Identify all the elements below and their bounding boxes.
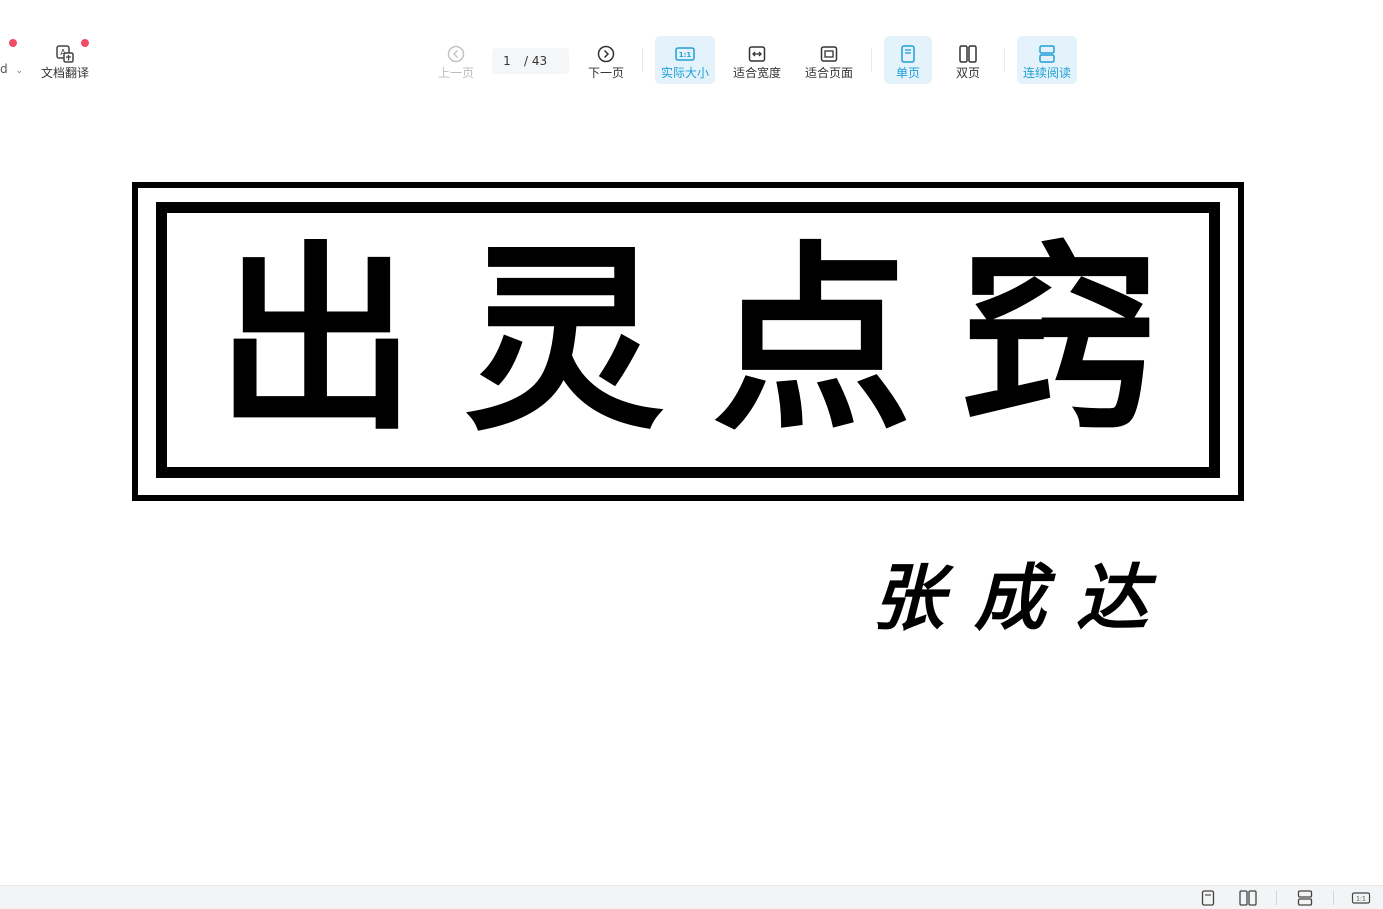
title-char: 出 (215, 222, 416, 458)
actual-size-button[interactable]: 1:1 实际大小 (655, 36, 715, 84)
author-char: 张 (872, 555, 945, 640)
title-char: 灵 (463, 222, 664, 458)
status-continuous-button[interactable] (1295, 890, 1315, 906)
toolbar-divider (642, 48, 643, 72)
status-bar: 1:1 (0, 885, 1383, 909)
fit-width-label: 适合宽度 (732, 66, 781, 80)
current-page-input[interactable] (492, 54, 522, 68)
single-page-button[interactable]: 单页 (884, 36, 932, 84)
continuous-read-label: 连续阅读 (1022, 66, 1071, 80)
double-page-button[interactable]: 双页 (945, 36, 991, 84)
notification-dot (9, 39, 17, 47)
next-page-button[interactable]: 下一页 (584, 36, 628, 84)
toolbar-divider (1004, 48, 1005, 72)
single-page-icon (1201, 890, 1215, 906)
actual-size-icon-text: 1:1 (679, 51, 692, 59)
author-char: 达 (1076, 555, 1149, 640)
continuous-scroll-icon (1037, 42, 1057, 66)
actual-size-label: 实际大小 (660, 66, 709, 80)
status-double-page-button[interactable] (1238, 890, 1258, 906)
fit-width-button[interactable]: 适合宽度 (728, 36, 786, 84)
actual-size-icon-text: 1:1 (1356, 896, 1366, 903)
fit-page-button[interactable]: 适合页面 (800, 36, 858, 84)
fit-page-icon (819, 42, 839, 66)
book-title: 出 灵 点 窍 (172, 213, 1204, 468)
chevron-down-icon: ⌄ (15, 66, 23, 76)
truncated-menu-label: d (0, 62, 8, 76)
fit-page-label: 适合页面 (804, 66, 853, 80)
continuous-scroll-icon (1297, 890, 1313, 906)
author-signature: 张 成 达 (872, 562, 1148, 634)
continuous-read-button[interactable]: 连续阅读 (1017, 36, 1077, 84)
actual-size-icon: 1:1 (1351, 892, 1371, 904)
fit-width-icon (747, 42, 767, 66)
status-divider (1333, 891, 1334, 905)
notification-dot (81, 39, 89, 47)
actual-size-icon: 1:1 (674, 42, 696, 66)
document-page: 出 灵 点 窍 张 成 达 (0, 100, 1383, 885)
single-page-label: 单页 (895, 66, 920, 80)
status-actual-size-button[interactable]: 1:1 (1351, 890, 1371, 906)
double-page-icon (1239, 890, 1257, 906)
double-page-label: 双页 (955, 66, 980, 80)
status-single-page-button[interactable] (1198, 890, 1218, 906)
next-page-label: 下一页 (587, 66, 624, 80)
title-char: 点 (711, 222, 912, 458)
chevron-left-circle-icon (446, 42, 466, 66)
toolbar-divider (871, 48, 872, 72)
toolbar: d ⌄ A 文档翻译 上一页 / 43 (0, 0, 1383, 100)
status-divider (1276, 891, 1277, 905)
truncated-menu-button[interactable]: d ⌄ (0, 62, 23, 76)
prev-page-button[interactable]: 上一页 (434, 36, 478, 84)
translate-icon: A (55, 42, 75, 66)
title-char: 窍 (959, 222, 1160, 458)
single-page-icon (898, 42, 918, 66)
total-pages: / 43 (524, 54, 548, 68)
chevron-right-circle-icon (596, 42, 616, 66)
prev-page-label: 上一页 (437, 66, 474, 80)
author-char: 成 (974, 555, 1047, 640)
page-number-box: / 43 (492, 48, 569, 74)
double-page-icon (958, 42, 978, 66)
doc-translate-label: 文档翻译 (40, 66, 89, 80)
